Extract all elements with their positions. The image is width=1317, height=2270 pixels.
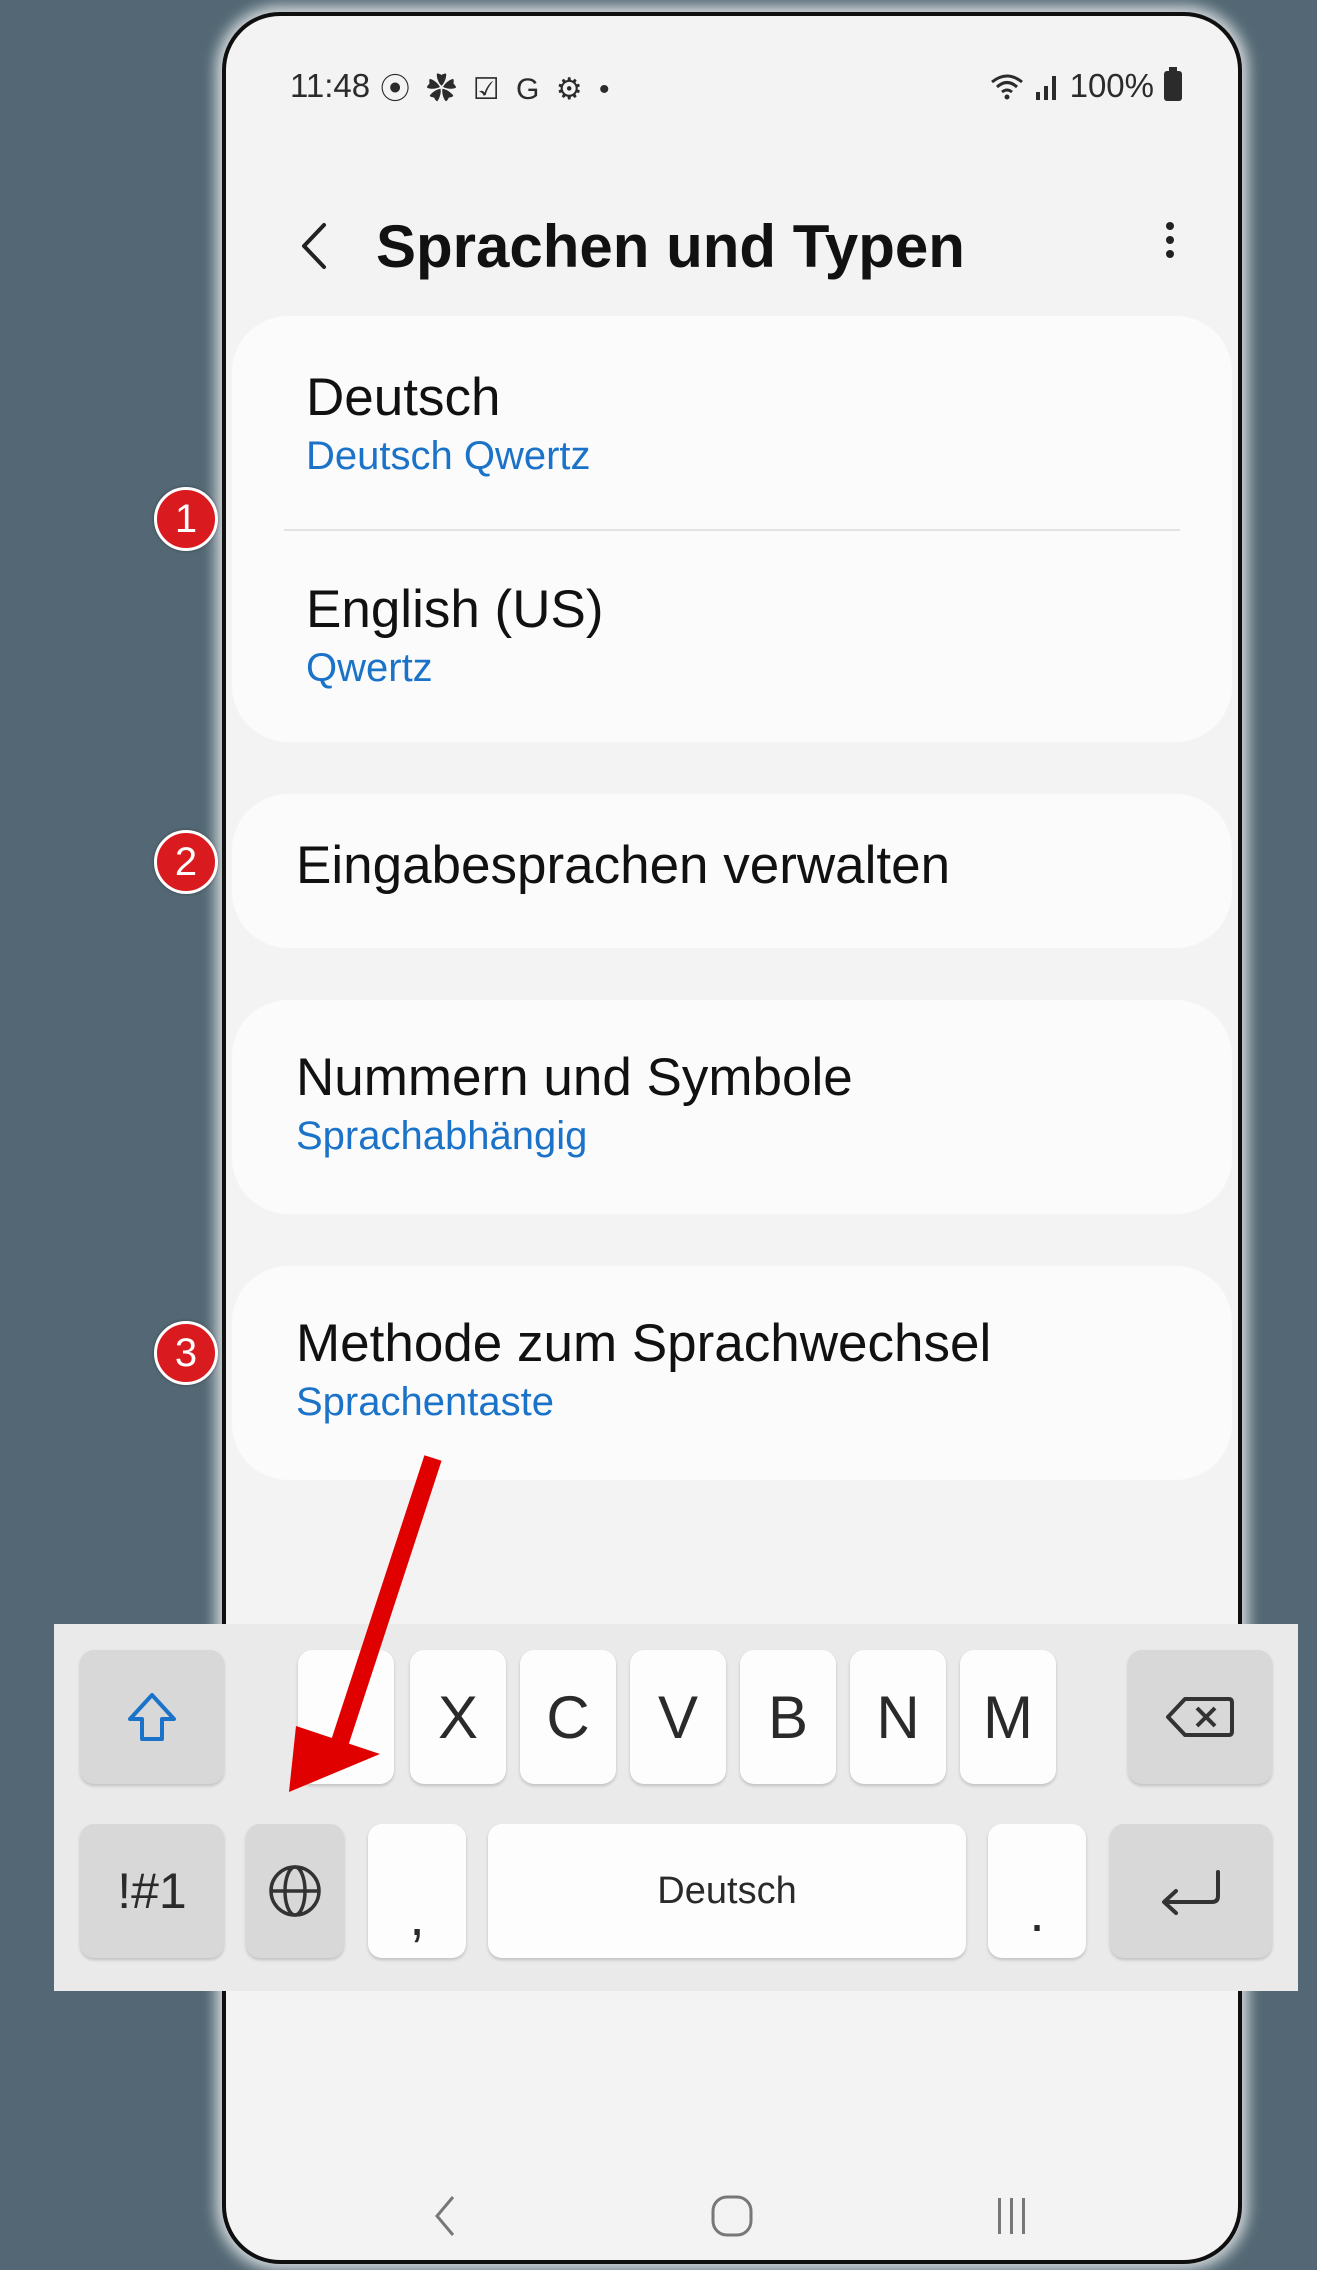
language-layout: Deutsch Qwertz xyxy=(306,433,591,478)
app-header: Sprachen und Typen xyxy=(226,191,1238,301)
comma-key[interactable]: , xyxy=(368,1824,466,1958)
period-key[interactable]: . xyxy=(988,1824,1086,1958)
space-key[interactable]: Deutsch xyxy=(488,1824,966,1958)
manage-languages-label: Eingabesprachen verwalten xyxy=(296,836,951,895)
back-button[interactable] xyxy=(286,211,346,281)
nav-back-icon xyxy=(435,2196,455,2236)
key-b[interactable]: B xyxy=(740,1650,836,1784)
language-name: Deutsch xyxy=(306,368,501,427)
manage-languages-card[interactable]: Eingabesprachen verwalten xyxy=(232,794,1232,948)
navigation-bar xyxy=(226,2176,1238,2256)
backspace-key[interactable] xyxy=(1128,1650,1272,1784)
battery-percent: 100% xyxy=(1069,67,1154,104)
more-options-button[interactable] xyxy=(1160,216,1180,276)
signal-icon xyxy=(1035,76,1056,100)
enter-icon xyxy=(1162,1870,1220,1915)
switch-method-label: Methode zum Sprachwechsel xyxy=(296,1314,992,1373)
page-title: Sprachen und Typen xyxy=(376,212,965,280)
switch-method-card[interactable]: Methode zum Sprachwechsel Sprachentaste xyxy=(232,1266,1232,1480)
numbers-symbols-row: Nummern und Symbole Sprachabhängig xyxy=(296,1046,1192,1159)
annotation-badge-2: 2 xyxy=(154,830,218,894)
nav-recents-button[interactable] xyxy=(972,2176,1052,2256)
language-switch-key[interactable] xyxy=(246,1824,344,1958)
key-x[interactable]: X xyxy=(410,1650,506,1784)
annotation-badge-1: 1 xyxy=(154,487,218,551)
notification-icons: ⦿ ✿ ☑ G ⚙ • xyxy=(380,73,614,106)
key-c[interactable]: C xyxy=(520,1650,616,1784)
shift-key[interactable] xyxy=(80,1650,224,1784)
battery-icon xyxy=(1164,67,1182,101)
shift-icon xyxy=(128,1693,176,1741)
switch-method-row: Methode zum Sprachwechsel Sprachentaste xyxy=(296,1312,1192,1425)
annotation-badge-3: 3 xyxy=(154,1321,218,1385)
key-m[interactable]: M xyxy=(960,1650,1056,1784)
language-item-english[interactable]: English (US) Qwertz xyxy=(306,578,1192,691)
keyboard-panel: X C V B N M !#1 , Deutsch . xyxy=(54,1624,1298,1991)
numbers-symbols-label: Nummern und Symbole xyxy=(296,1048,853,1107)
symbols-key[interactable]: !#1 xyxy=(80,1824,224,1958)
languages-card: Deutsch Deutsch Qwertz English (US) Qwer… xyxy=(232,316,1232,742)
nav-back-button[interactable] xyxy=(406,2176,486,2256)
more-icon xyxy=(1166,222,1174,230)
numbers-symbols-value: Sprachabhängig xyxy=(296,1113,588,1158)
globe-icon xyxy=(269,1865,321,1917)
manage-languages-row: Eingabesprachen verwalten xyxy=(296,834,1192,898)
status-time: 11:48 xyxy=(290,67,371,104)
language-item-deutsch[interactable]: Deutsch Deutsch Qwertz xyxy=(306,366,1192,479)
switch-method-value: Sprachentaste xyxy=(296,1379,554,1424)
language-name: English (US) xyxy=(306,580,604,639)
divider xyxy=(284,529,1180,531)
status-bar: 11:48 ⦿ ✿ ☑ G ⚙ • 100% xyxy=(290,56,1182,116)
nav-home-button[interactable] xyxy=(692,2176,772,2256)
enter-key[interactable] xyxy=(1110,1824,1272,1958)
wifi-icon xyxy=(990,74,1023,100)
key-n[interactable]: N xyxy=(850,1650,946,1784)
chevron-left-icon xyxy=(302,223,326,269)
nav-home-icon xyxy=(711,2195,753,2237)
language-layout: Qwertz xyxy=(306,645,433,690)
nav-recents-icon xyxy=(998,2198,1025,2234)
key-v[interactable]: V xyxy=(630,1650,726,1784)
key-partial[interactable] xyxy=(298,1650,394,1784)
backspace-icon xyxy=(1166,1697,1234,1737)
numbers-symbols-card[interactable]: Nummern und Symbole Sprachabhängig xyxy=(232,1000,1232,1214)
